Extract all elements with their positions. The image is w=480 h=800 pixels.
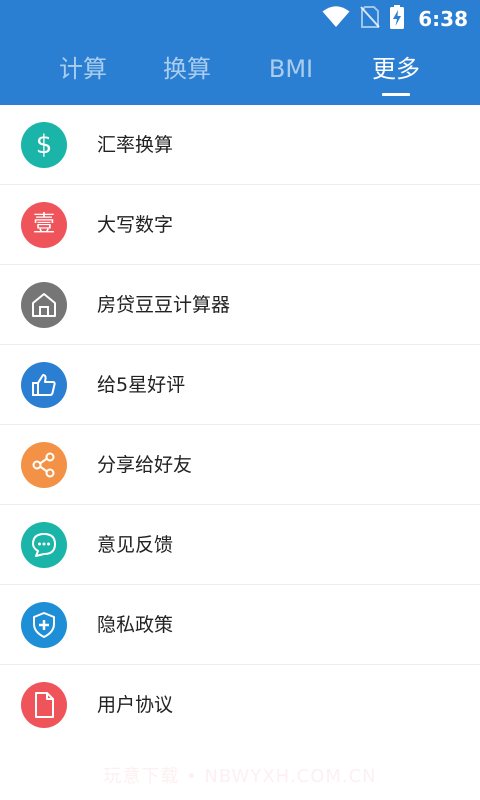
tab-bar: 计算 换算 BMI 更多 [0, 40, 480, 105]
battery-charging-icon [390, 5, 405, 33]
menu-item-label: 隐私政策 [97, 614, 174, 636]
shield-icon [21, 602, 67, 648]
document-icon [21, 682, 67, 728]
share-icon [21, 442, 67, 488]
menu-item-label: 用户协议 [97, 694, 174, 716]
chat-bubble-icon [21, 522, 67, 568]
dollar-icon: $ [21, 122, 67, 168]
menu-item-rate-five-stars[interactable]: 给5星好评 [0, 345, 480, 425]
menu-item-exchange-rate[interactable]: $ 汇率换算 [0, 105, 480, 185]
capital-number-icon: 壹 [21, 202, 67, 248]
tab-more-label: 更多 [372, 55, 420, 83]
tab-bmi[interactable]: BMI [241, 50, 341, 100]
menu-item-user-agreement[interactable]: 用户协议 [0, 665, 480, 745]
active-tab-indicator [382, 93, 410, 96]
menu-item-share[interactable]: 分享给好友 [0, 425, 480, 505]
house-icon [21, 282, 67, 328]
more-menu-list: $ 汇率换算 壹 大写数字 房贷豆豆计算器 给5星好评 分享给好友 意见反馈 隐… [0, 105, 480, 745]
menu-item-capital-numbers[interactable]: 壹 大写数字 [0, 185, 480, 265]
menu-item-label: 意见反馈 [97, 534, 174, 556]
menu-item-label: 分享给好友 [97, 454, 193, 476]
watermark: 玩意下载 • NBWYXH.COM.CN [103, 766, 377, 787]
tab-calculate[interactable]: 计算 [33, 50, 133, 100]
no-sim-icon [360, 5, 380, 33]
menu-item-feedback[interactable]: 意见反馈 [0, 505, 480, 585]
menu-item-label: 大写数字 [97, 214, 174, 236]
menu-item-label: 给5星好评 [97, 374, 186, 396]
status-icons: 6:38 [322, 4, 468, 34]
tab-convert[interactable]: 换算 [137, 50, 237, 100]
menu-item-mortgage-calculator[interactable]: 房贷豆豆计算器 [0, 265, 480, 345]
status-bar: 6:38 [0, 0, 480, 38]
tab-more[interactable]: 更多 [346, 50, 446, 100]
wifi-icon [322, 6, 350, 32]
menu-item-label: 房贷豆豆计算器 [97, 294, 231, 316]
thumbs-up-icon [21, 362, 67, 408]
menu-item-label: 汇率换算 [97, 134, 174, 156]
status-time: 6:38 [418, 7, 468, 31]
menu-item-privacy-policy[interactable]: 隐私政策 [0, 585, 480, 665]
app-header: 6:38 计算 换算 BMI 更多 [0, 0, 480, 105]
